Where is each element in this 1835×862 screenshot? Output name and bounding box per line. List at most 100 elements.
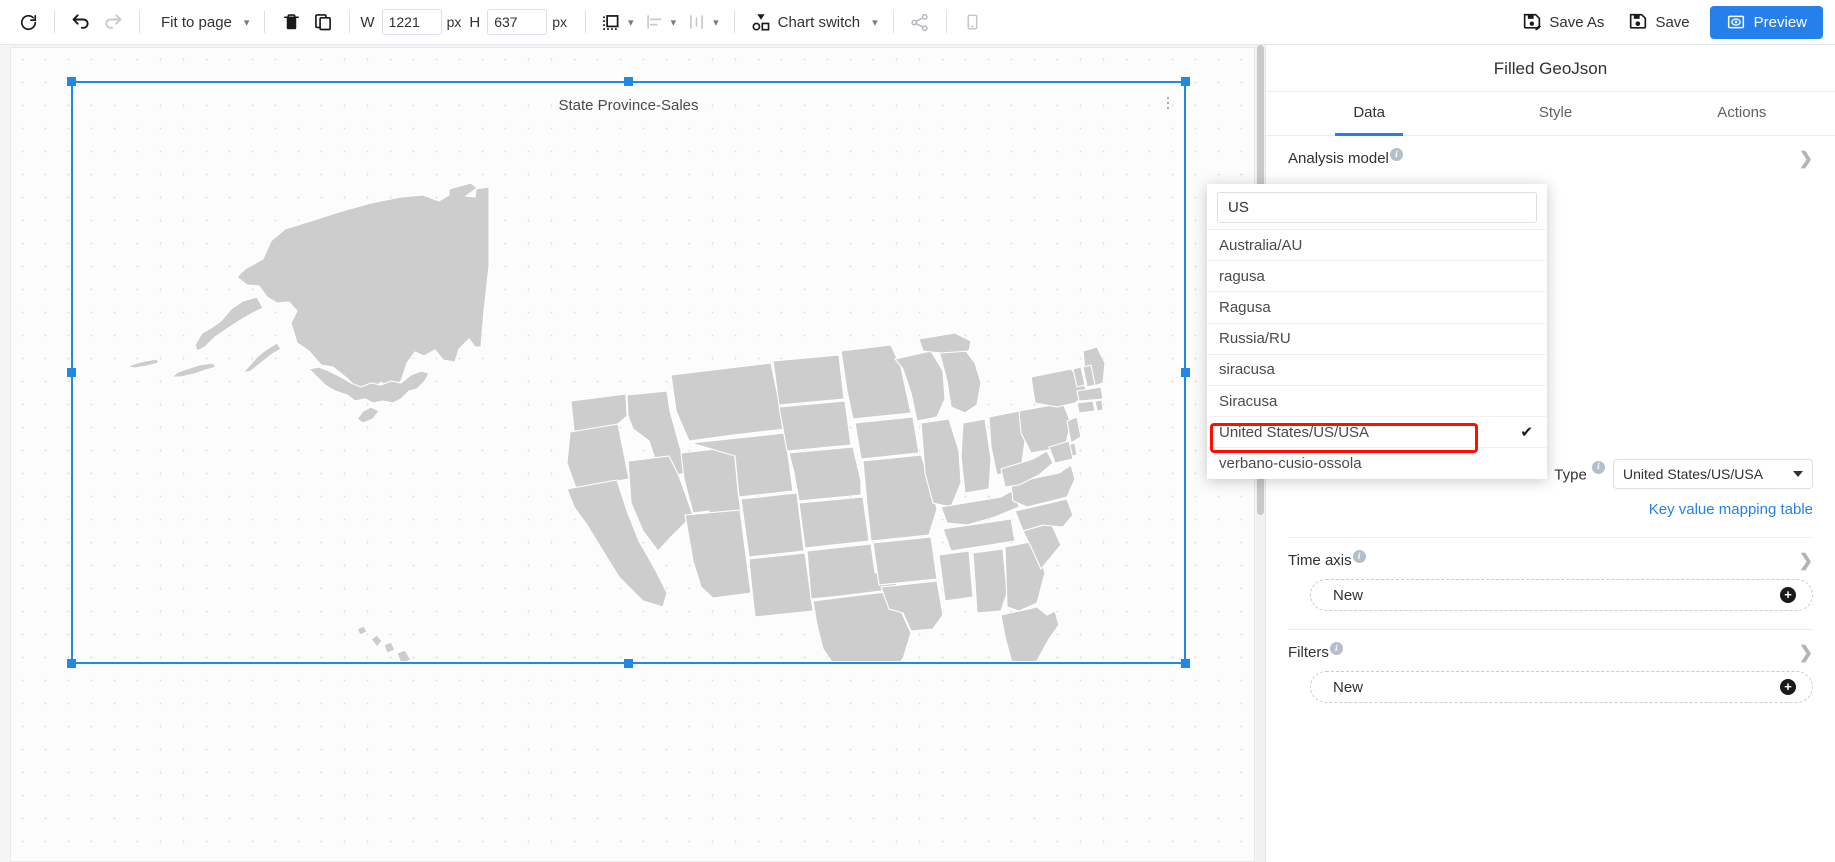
refresh-button[interactable] [12,6,44,38]
distribute-icon [690,15,704,29]
chevron-down-icon: ▾ [243,16,250,29]
geo-option-united-states[interactable]: United States/US/USA ✔ [1207,416,1547,447]
map-region-kansas [798,496,870,549]
geo-option-australia[interactable]: Australia/AU [1207,229,1547,260]
geo-option-label: verbano-cusio-ossola [1219,454,1362,472]
geo-option-ragusa-lower[interactable]: ragusa [1207,260,1547,291]
mobile-preview-button[interactable] [957,6,989,38]
save-label: Save [1655,13,1690,31]
filters-label: Filters [1288,644,1329,661]
tab-style[interactable]: Style [1462,92,1648,135]
geo-option-verbano[interactable]: verbano-cusio-ossola [1207,447,1547,478]
chart-switch-label: Chart switch [777,13,861,31]
geo-option-ragusa[interactable]: Ragusa [1207,291,1547,322]
map-region-new-jersey [1066,416,1082,444]
map-region-rhode-island [1094,399,1104,412]
filters-new-button[interactable]: New + [1310,671,1813,703]
map-region-michigan [938,346,982,414]
redo-button[interactable] [97,6,129,38]
save-as-button[interactable]: Save As [1510,6,1616,38]
height-input[interactable] [487,9,548,35]
geo-option-siracusa-lower[interactable]: siracusa [1207,353,1547,385]
map-region-nebraska [788,446,862,502]
time-axis-row[interactable]: Time axis i ❯ [1276,538,1825,569]
toolbar-divider [945,11,947,33]
map-region-aleutian-3 [124,358,160,369]
zoom-mode-dropdown[interactable]: Fit to page ▾ [150,6,254,38]
map-region-connecticut [1076,400,1096,414]
align-horizontal-button[interactable]: ▾ [639,6,682,38]
analysis-model-label-wrap: Analysis model i [1288,148,1403,167]
copy-button[interactable] [307,6,339,38]
plus-icon: + [1780,587,1796,603]
toolbar-divider [264,11,266,33]
save-button[interactable]: Save [1616,6,1701,38]
type-select[interactable]: United States/US/USA [1613,459,1813,489]
map-region-alaska-peninsula [194,296,264,352]
key-value-mapping-link[interactable]: Key value mapping table [1649,501,1813,518]
toolbar-divider [892,11,894,33]
width-input[interactable] [381,9,442,35]
type-select-value: United States/US/USA [1623,466,1764,482]
map-region-alabama [972,548,1008,614]
save-as-icon [1524,13,1542,31]
map-region-north-dakota [772,354,845,406]
chevron-right-icon[interactable]: ❯ [1799,150,1813,167]
delete-button[interactable] [275,6,307,38]
info-icon[interactable]: i [1592,460,1605,474]
save-icon [1630,13,1647,29]
tab-data[interactable]: Data [1276,92,1462,136]
time-axis-new-button[interactable]: New + [1310,579,1813,611]
tab-actions[interactable]: Actions [1649,92,1835,135]
analysis-model-row[interactable]: Analysis model i ❯ [1276,136,1825,167]
map-region-arizona [684,509,752,599]
geo-search-input[interactable] [1217,192,1537,223]
plus-icon: + [1780,679,1796,695]
align-left-icon [646,15,661,29]
toolbar-divider [54,11,55,33]
map-region-indiana [960,418,992,494]
share-button[interactable] [904,6,936,38]
toolbar-divider [349,11,351,33]
copy-icon [315,14,332,31]
redo-icon [105,14,122,29]
canvas-page[interactable]: State Province-Sales [10,47,1255,862]
toolbar-divider [139,11,140,33]
time-axis-label-wrap: Time axis i [1288,550,1366,569]
align-vertical-button[interactable]: ▾ [681,6,724,38]
chart-switch-button[interactable]: Chart switch ▾ [745,6,883,38]
panel-tabs: Data Style Actions [1266,92,1835,136]
geo-option-label: Ragusa [1219,298,1271,316]
layout-arrange-button[interactable]: ▾ [596,6,639,38]
map-region-hawaii-4 [356,625,368,636]
resize-handle-top-center[interactable] [623,77,633,86]
chevron-right-icon[interactable]: ❯ [1799,552,1813,569]
canvas-area[interactable]: State Province-Sales [0,45,1265,862]
geo-option-siracusa[interactable]: Siracusa [1207,384,1547,416]
map-region-aleutian-2 [170,362,217,378]
chevron-down-icon: ▾ [670,16,677,29]
toolbar-divider [733,11,735,33]
geo-type-dropdown[interactable]: Australia/AU ragusa Ragusa Russia/RU sir… [1207,184,1547,479]
info-icon[interactable]: i [1352,550,1366,563]
filters-row[interactable]: Filters i ❯ [1276,630,1825,661]
resize-handle-top-right[interactable] [1181,77,1190,86]
info-icon[interactable]: i [1389,148,1403,161]
widget-more-options-icon[interactable] [1160,93,1176,113]
geo-option-label: Russia/RU [1219,330,1291,348]
filters-label-wrap: Filters i [1288,642,1343,661]
chevron-right-icon[interactable]: ❯ [1799,644,1813,661]
us-choropleth-map[interactable] [71,111,1186,661]
geo-option-russia[interactable]: Russia/RU [1207,322,1547,354]
info-icon[interactable]: i [1329,642,1343,655]
preview-button[interactable]: Preview [1709,5,1823,39]
time-axis-new-label: New [1333,586,1364,604]
undo-button[interactable] [65,6,97,38]
map-region-minnesota [840,344,912,420]
resize-handle-top-left[interactable] [67,77,76,86]
height-unit: px [552,14,568,30]
chart-switch-icon [752,14,769,31]
chart-widget[interactable]: State Province-Sales [67,77,1190,668]
width-label: W [360,13,375,31]
map-region-montana [670,362,786,442]
